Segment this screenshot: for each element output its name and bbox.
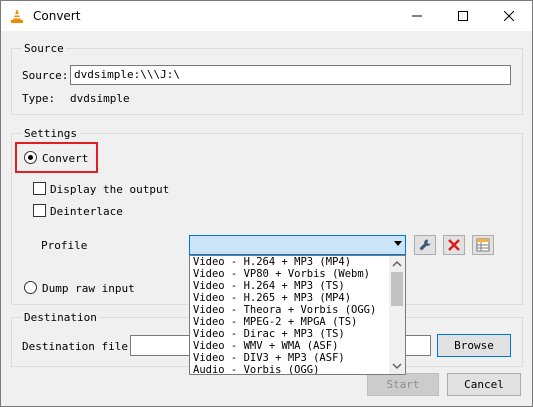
display-output-checkbox[interactable] [33,182,46,195]
profile-option[interactable]: Video - Theora + Vorbis (OGG) [193,304,376,316]
window-title: Convert [33,9,81,23]
deinterlace-checkbox[interactable] [33,204,46,217]
vlc-cone-icon [9,8,25,24]
start-button[interactable]: Start [367,373,439,396]
convert-radio[interactable] [24,151,37,164]
type-label: Type: [22,92,56,105]
profile-option[interactable]: Video - H.264 + MP3 (TS) [193,280,345,292]
cancel-button[interactable]: Cancel [447,373,521,396]
dump-raw-label: Dump raw input [42,282,135,295]
red-x-icon [448,239,460,251]
minimize-icon [412,15,422,17]
scroll-up-icon[interactable] [389,258,405,270]
delete-profile-button[interactable] [443,235,465,255]
profile-option[interactable]: Video - H.265 + MP3 (MP4) [193,292,351,304]
profile-option[interactable]: Video - Dirac + MP3 (TS) [193,328,345,340]
profile-select[interactable] [189,235,406,255]
profile-label: Profile [41,239,88,252]
profile-option[interactable]: Video - MPEG-2 + MPGA (TS) [193,316,357,328]
profile-option[interactable]: Video - VP80 + Vorbis (Webm) [193,268,370,280]
browse-button[interactable]: Browse [437,334,511,357]
profile-option[interactable]: Audio - Vorbis (OGG) [193,364,319,374]
maximize-icon [458,11,468,21]
source-label: Source: [22,69,69,82]
destination-group-label: Destination [22,311,99,324]
close-icon [504,11,514,21]
scrollbar-thumb[interactable] [391,272,403,306]
minimize-button[interactable] [394,1,440,31]
profile-option[interactable]: Video - WMV + WMA (ASF) [193,340,338,352]
profile-option[interactable]: Video - DIV3 + MP3 (ASF) [193,352,345,364]
type-value: dvdsimple [70,92,130,105]
display-output-label: Display the output [50,183,170,196]
source-field[interactable]: dvdsimple:\\\J:\ [70,65,511,85]
dump-raw-radio[interactable] [24,281,37,294]
profile-dropdown-list: Video - H.264 + MP3 (MP4) Video - VP80 +… [189,255,406,375]
dropdown-scrollbar[interactable] [389,256,405,374]
scroll-down-icon[interactable] [389,360,405,372]
new-profile-button[interactable] [472,235,494,255]
chevron-down-icon [394,241,402,246]
cancel-label: Cancel [464,378,504,391]
maximize-button[interactable] [440,1,486,31]
source-group-label: Source [22,42,66,55]
convert-dialog: Convert Source Source: dvdsimple:\\\J:\ … [0,0,533,407]
wrench-icon [419,239,431,251]
convert-label: Convert [42,152,89,165]
profile-option[interactable]: Video - H.264 + MP3 (MP4) [193,256,351,268]
browse-label: Browse [454,339,494,352]
close-button[interactable] [486,1,532,31]
start-label: Start [386,378,420,391]
settings-group-label: Settings [22,127,79,140]
deinterlace-label: Deinterlace [50,205,123,218]
destination-file-label: Destination file: [22,340,135,353]
edit-profile-button[interactable] [414,235,436,255]
table-grid-icon [476,238,490,252]
title-bar: Convert [1,1,532,31]
